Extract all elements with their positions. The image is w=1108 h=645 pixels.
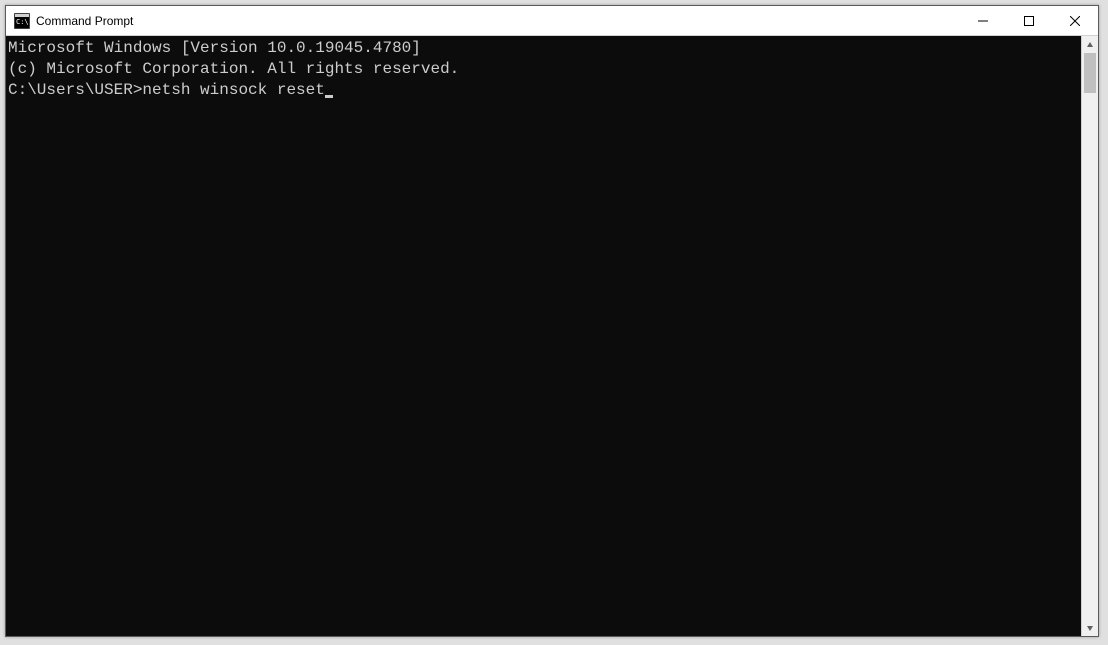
vertical-scrollbar[interactable] bbox=[1081, 36, 1098, 636]
close-button[interactable] bbox=[1052, 6, 1098, 35]
minimize-button[interactable] bbox=[960, 6, 1006, 35]
prompt-text: C:\Users\USER> bbox=[8, 80, 142, 101]
command-text: netsh winsock reset bbox=[142, 80, 324, 101]
prompt-line: C:\Users\USER>netsh winsock reset bbox=[8, 80, 1081, 101]
window-title: Command Prompt bbox=[36, 14, 960, 28]
command-prompt-window: C:\ Command Prompt Microsoft Windows [Ve… bbox=[5, 5, 1099, 637]
terminal-output[interactable]: Microsoft Windows [Version 10.0.19045.47… bbox=[6, 36, 1081, 636]
version-line: Microsoft Windows [Version 10.0.19045.47… bbox=[8, 38, 1081, 59]
scroll-up-arrow[interactable] bbox=[1082, 36, 1098, 53]
copyright-line: (c) Microsoft Corporation. All rights re… bbox=[8, 59, 1081, 80]
scroll-down-arrow[interactable] bbox=[1082, 619, 1098, 636]
content-area: Microsoft Windows [Version 10.0.19045.47… bbox=[6, 36, 1098, 636]
maximize-button[interactable] bbox=[1006, 6, 1052, 35]
cmd-icon: C:\ bbox=[14, 13, 30, 29]
titlebar[interactable]: C:\ Command Prompt bbox=[6, 6, 1098, 36]
scroll-track[interactable] bbox=[1082, 53, 1098, 619]
cursor bbox=[325, 95, 333, 98]
scroll-thumb[interactable] bbox=[1084, 53, 1096, 93]
svg-text:C:\: C:\ bbox=[16, 18, 29, 26]
window-controls bbox=[960, 6, 1098, 35]
